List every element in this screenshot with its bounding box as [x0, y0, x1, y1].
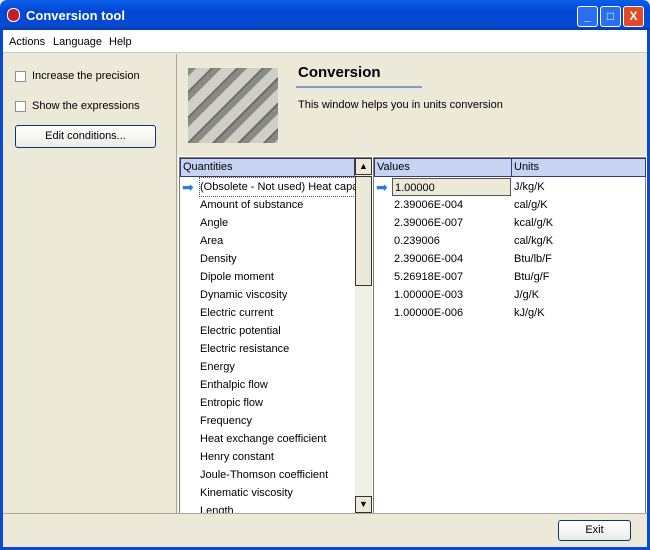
unit-cell[interactable]: kJ/g/K: [514, 304, 545, 322]
edit-conditions-button[interactable]: Edit conditions...: [15, 125, 156, 148]
unit-cell[interactable]: kcal/g/K: [514, 214, 553, 232]
quantity-item[interactable]: (Obsolete - Not used) Heat capa: [199, 177, 356, 197]
minimize-button[interactable]: _: [577, 6, 598, 27]
window-title: Conversion tool: [26, 8, 125, 23]
page-description: This window helps you in units conversio…: [298, 99, 503, 111]
scroll-up-button[interactable]: ▲: [355, 158, 372, 175]
header: Conversion This window helps you in unit…: [178, 54, 647, 156]
quantities-list[interactable]: Quantities ➡ (Obsolete - Not used) Heat c…: [179, 157, 372, 517]
unit-cell[interactable]: cal/g/K: [514, 196, 548, 214]
values-grid: Values Units ➡ 1.00000 J/kg/K 2.39006E-004 c…: [373, 157, 646, 514]
units-header[interactable]: Units: [511, 158, 646, 177]
quantity-item[interactable]: Electric resistance: [200, 340, 355, 358]
quantity-item[interactable]: Amount of substance: [200, 196, 355, 214]
scrollbar[interactable]: ▲ ▼: [355, 158, 372, 514]
footer: Exit: [3, 513, 647, 547]
quantity-item[interactable]: Density: [200, 250, 355, 268]
unit-cell[interactable]: J/kg/K: [514, 178, 545, 196]
menu-language[interactable]: Language: [53, 36, 102, 48]
row-pointer-icon: ➡: [376, 179, 388, 195]
options-panel: Increase the precision Show the expressi…: [3, 54, 177, 513]
quantity-item[interactable]: Area: [200, 232, 355, 250]
menu-actions[interactable]: Actions: [9, 36, 45, 48]
expressions-label: Show the expressions: [32, 100, 140, 112]
exit-button[interactable]: Exit: [558, 520, 631, 541]
scroll-down-button[interactable]: ▼: [355, 496, 372, 513]
quantity-item[interactable]: Entropic flow: [200, 394, 355, 412]
quantity-item[interactable]: Henry constant: [200, 448, 355, 466]
calculator-image: [188, 68, 278, 143]
value-cell[interactable]: 2.39006E-004: [392, 250, 511, 268]
quantity-item[interactable]: Angle: [200, 214, 355, 232]
value-cell[interactable]: 1.00000E-003: [392, 286, 511, 304]
expressions-checkbox[interactable]: [15, 101, 26, 112]
conversion-panel: Conversion This window helps you in unit…: [178, 54, 647, 517]
value-cell[interactable]: 2.39006E-004: [392, 196, 511, 214]
quantity-item[interactable]: Dipole moment: [200, 268, 355, 286]
scroll-thumb[interactable]: [355, 176, 372, 286]
page-title: Conversion: [298, 64, 381, 81]
row-pointer-icon: ➡: [182, 179, 194, 195]
menu-bar: Actions Language Help: [3, 30, 647, 53]
unit-cell[interactable]: Btu/lb/F: [514, 250, 552, 268]
quantities-header[interactable]: Quantities: [180, 158, 355, 177]
value-cell[interactable]: 2.39006E-007: [392, 214, 511, 232]
quantity-item[interactable]: Electric current: [200, 304, 355, 322]
quantity-item[interactable]: Frequency: [200, 412, 355, 430]
app-icon: [7, 8, 20, 22]
close-button[interactable]: X: [623, 6, 644, 27]
quantity-item[interactable]: Dynamic viscosity: [200, 286, 355, 304]
precision-label: Increase the precision: [32, 70, 140, 82]
quantity-item[interactable]: Electric potential: [200, 322, 355, 340]
unit-cell[interactable]: J/g/K: [514, 286, 539, 304]
title-bar: Conversion tool _ □ X: [0, 0, 650, 30]
value-cell[interactable]: 5.26918E-007: [392, 268, 511, 286]
menu-help[interactable]: Help: [109, 36, 132, 48]
value-cell[interactable]: 1.00000E-006: [392, 304, 511, 322]
quantity-item[interactable]: Joule-Thomson coefficient: [200, 466, 355, 484]
maximize-button[interactable]: □: [600, 6, 621, 27]
quantity-item[interactable]: Energy: [200, 358, 355, 376]
quantity-item[interactable]: Enthalpic flow: [200, 376, 355, 394]
quantity-item[interactable]: Kinematic viscosity: [200, 484, 355, 502]
value-cell[interactable]: 0.239006: [392, 232, 511, 250]
precision-checkbox[interactable]: [15, 71, 26, 82]
quantity-item[interactable]: Heat exchange coefficient: [200, 430, 355, 448]
values-header[interactable]: Values: [374, 158, 512, 177]
value-cell[interactable]: 1.00000: [392, 178, 511, 196]
unit-cell[interactable]: Btu/g/F: [514, 268, 549, 286]
title-underline: [296, 86, 422, 88]
unit-cell[interactable]: cal/kg/K: [514, 232, 553, 250]
